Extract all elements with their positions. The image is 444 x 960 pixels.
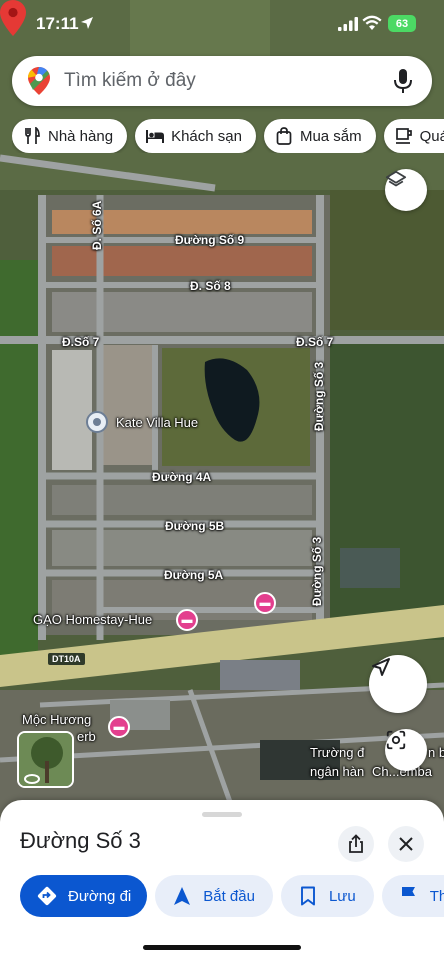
- flag-icon: [398, 885, 420, 907]
- status-time: 17:11: [36, 14, 79, 33]
- street-view-thumbnail[interactable]: [17, 731, 74, 788]
- hotel-pin-icon[interactable]: ▬: [254, 592, 276, 614]
- chip-label: Quán: [419, 127, 444, 145]
- action-buttons-row: Đường đi Bắt đầu Lưu Thê: [20, 875, 444, 917]
- place-label-truong-b[interactable]: n b: [428, 745, 444, 760]
- microphone-icon[interactable]: [392, 68, 414, 94]
- sheet-drag-handle[interactable]: [202, 812, 242, 817]
- road-label-d-so-8: Đ. Số 8: [190, 279, 231, 293]
- chip-shopping[interactable]: Mua sắm: [263, 119, 376, 153]
- coffee-icon: [394, 127, 414, 145]
- road-label-duong-4a: Đường 4A: [152, 470, 212, 484]
- category-chips: Nhà hàng Khách sạn Mua sắm Quá: [12, 119, 444, 153]
- google-maps-logo-icon: [28, 67, 50, 95]
- layers-button[interactable]: [385, 169, 427, 211]
- cellular-signal-icon: [338, 17, 358, 31]
- road-label-duong-so-9: Đường Số 9: [175, 233, 245, 247]
- camera-lens-icon: [386, 730, 406, 750]
- battery-indicator: 63: [388, 15, 416, 32]
- place-bottom-sheet[interactable]: Đường Số 3 Đường đi Bắt đầu Lưu Th: [0, 800, 444, 960]
- road-label-duong-so-3-upper: Đường Số 3: [312, 361, 326, 431]
- road-label-d-so-7-right: Đ.Số 7: [296, 335, 334, 349]
- search-input[interactable]: Tìm kiếm ở đây: [64, 70, 392, 92]
- lens-button[interactable]: [385, 729, 427, 771]
- chip-restaurants[interactable]: Nhà hàng: [12, 119, 128, 153]
- road-label-duong-so-3-lower: Đường Số 3: [310, 536, 324, 606]
- home-indicator: [143, 945, 301, 950]
- layers-icon: [385, 170, 407, 187]
- add-label-label: Thê: [429, 887, 444, 905]
- hotel-pin-icon[interactable]: ▬: [176, 609, 198, 631]
- location-arrow-icon: [81, 17, 93, 29]
- road-label-duong-5a: Đường 5A: [164, 568, 224, 582]
- start-button[interactable]: Bắt đầu: [155, 875, 273, 917]
- search-bar[interactable]: Tìm kiếm ở đây: [12, 56, 432, 106]
- directions-label: Đường đi: [68, 887, 132, 905]
- hotel-pin-icon[interactable]: ▬: [108, 716, 130, 738]
- chip-label: Khách sạn: [171, 127, 242, 145]
- save-button[interactable]: Lưu: [280, 875, 374, 917]
- close-button[interactable]: [388, 826, 424, 862]
- highway-badge-dt10a: DT10A: [48, 653, 85, 665]
- bookmark-icon: [297, 885, 319, 907]
- save-label: Lưu: [328, 887, 356, 905]
- place-label-moc-huong[interactable]: Mộc Hương: [22, 712, 91, 727]
- chip-label: Mua sắm: [299, 127, 362, 145]
- place-pin-icon[interactable]: [86, 411, 108, 433]
- road-label-d-so-6a: Đ. Số 6A: [90, 200, 104, 250]
- hotel-icon: [145, 127, 165, 145]
- share-button[interactable]: [338, 826, 374, 862]
- start-label: Bắt đầu: [203, 887, 255, 905]
- navigation-icon: [171, 885, 193, 907]
- place-label-truong[interactable]: Trường đ: [310, 745, 364, 760]
- chip-coffee[interactable]: Quán: [383, 119, 444, 153]
- directions-button[interactable]: Đường đi: [20, 875, 148, 917]
- directions-icon: [36, 885, 58, 907]
- place-label-gao-homestay[interactable]: GẠO Homestay-Hue: [33, 612, 152, 627]
- place-label-kate-villa[interactable]: Kate Villa Hue: [116, 415, 198, 430]
- road-label-d-so-7-left: Đ.Số 7: [62, 335, 100, 349]
- share-icon: [349, 834, 363, 853]
- street-view-icon: [19, 733, 72, 786]
- shopping-bag-icon: [274, 127, 294, 145]
- restaurant-icon: [22, 127, 42, 145]
- wifi-icon: [362, 15, 382, 30]
- chip-label: Nhà hàng: [48, 127, 114, 145]
- add-label-button[interactable]: Thê: [381, 875, 444, 917]
- road-label-duong-5b: Đường 5B: [165, 519, 225, 533]
- place-title: Đường Số 3: [20, 828, 141, 853]
- place-label-moc-huong-2[interactable]: erb: [77, 729, 96, 744]
- my-location-button[interactable]: [369, 655, 427, 713]
- navigation-arrow-icon: [372, 658, 390, 676]
- chip-hotels[interactable]: Khách sạn: [135, 119, 256, 153]
- close-icon: [399, 837, 413, 851]
- place-label-ngan-hang[interactable]: ngân hàn: [310, 764, 364, 779]
- status-bar: 17:11 63: [0, 0, 444, 48]
